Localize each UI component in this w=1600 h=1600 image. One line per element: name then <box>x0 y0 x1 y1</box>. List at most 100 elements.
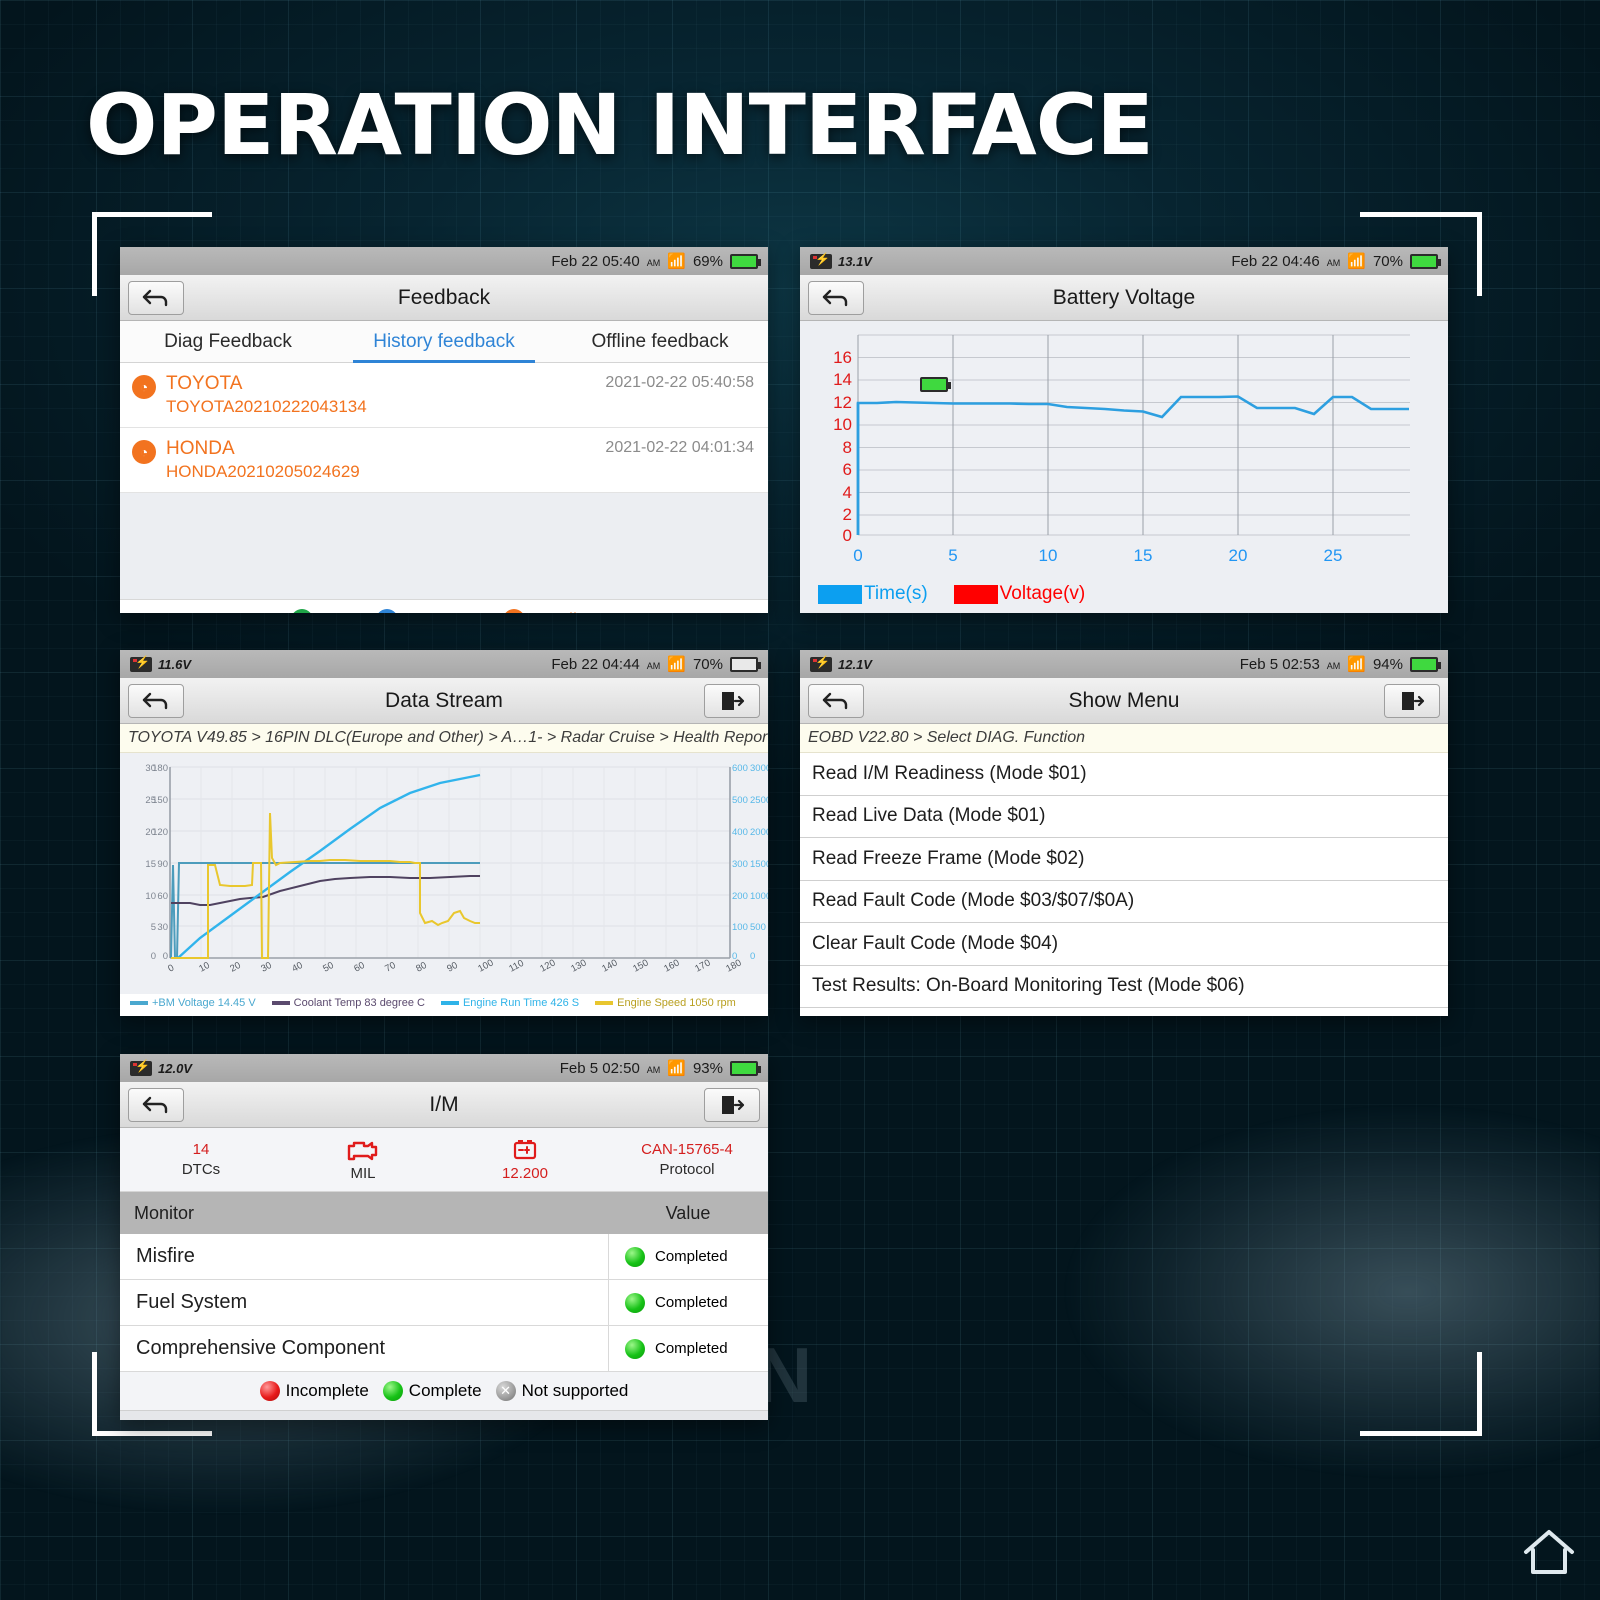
status-ampm: AM <box>1326 661 1341 671</box>
menu-item-read-im-readiness[interactable]: Read I/M Readiness (Mode $01) <box>800 753 1448 796</box>
back-arrow-icon <box>822 289 848 306</box>
stat-dtcs: 14 DTCs <box>120 1128 282 1191</box>
menu-item-read-freeze-frame[interactable]: Read Freeze Frame (Mode $02) <box>800 838 1448 881</box>
status-battery-pct: 70% <box>1372 252 1403 270</box>
back-arrow-icon <box>142 1096 168 1113</box>
status-bar: Feb 22 05:40 AM 📶 69% <box>120 247 768 275</box>
svg-text:0: 0 <box>750 951 755 962</box>
battery-icon <box>730 1060 761 1076</box>
stat-voltage-value: 12.200 <box>502 1164 548 1182</box>
feedback-legend: ✓ Done ••• In Process ◔ Pending <box>120 598 768 613</box>
legend-label-engine-run-time: Engine Run Time 426 S <box>462 997 580 1009</box>
back-button[interactable] <box>128 683 184 718</box>
table-row[interactable]: Misfire Completed <box>120 1234 768 1280</box>
feedback-tabs: Diag Feedback History feedback Offline f… <box>120 321 768 363</box>
legend-label-time: Time(s) <box>864 583 928 604</box>
svg-text:2500: 2500 <box>750 795 768 806</box>
legend-swatch-time <box>818 584 862 604</box>
tab-diag-feedback[interactable]: Diag Feedback <box>120 321 336 362</box>
wifi-icon: 📶 <box>1347 253 1366 270</box>
feedback-id: HONDA20210205024629 <box>166 461 360 481</box>
menu-item-read-live-data[interactable]: Read Live Data (Mode $01) <box>800 795 1448 838</box>
status-bar: 12.0V Feb 5 02:50 AM 📶 93% <box>120 1054 768 1082</box>
svg-text:150: 150 <box>152 795 168 806</box>
show-menu-screen: 12.1V Feb 5 02:53 AM 📶 94% Show Menu EOB… <box>800 650 1448 1016</box>
pending-icon: ◔ <box>503 609 525 613</box>
menu-item-control-operation[interactable]: Control Operation Of On-Board Component/… <box>800 1008 1448 1016</box>
svg-text:3000: 3000 <box>750 763 768 774</box>
battery-icon <box>1410 656 1441 672</box>
list-item[interactable]: ◔ HONDA HONDA20210205024629 2021-02-22 0… <box>120 427 768 493</box>
legend-swatch-voltage <box>953 584 998 604</box>
wifi-icon: 📶 <box>667 656 686 673</box>
title-bar: Battery Voltage <box>800 275 1448 321</box>
table-row[interactable]: Comprehensive Component Completed <box>120 1326 768 1372</box>
svg-text:25: 25 <box>1324 546 1343 565</box>
page-title: OPERATION INTERFACE <box>86 76 1154 174</box>
svg-text:30: 30 <box>157 922 168 933</box>
menu-item-clear-fault-code[interactable]: Clear Fault Code (Mode $04) <box>800 923 1448 966</box>
column-header-value: Value <box>665 1202 711 1223</box>
svg-text:4: 4 <box>843 483 852 502</box>
tab-history-feedback[interactable]: History feedback <box>336 321 552 363</box>
svg-text:10: 10 <box>145 891 156 902</box>
svg-text:0: 0 <box>853 546 862 565</box>
legend-complete-label: Complete <box>408 1381 482 1400</box>
svg-text:14: 14 <box>833 370 852 389</box>
exit-button[interactable] <box>1384 683 1440 718</box>
svg-text:6: 6 <box>843 460 852 479</box>
stat-dtcs-label: DTCs <box>181 1161 221 1178</box>
home-button[interactable] <box>1514 1516 1584 1586</box>
corner-bracket-bottom-right <box>1360 1352 1482 1436</box>
page-heading: Data Stream <box>385 688 503 712</box>
back-button[interactable] <box>808 683 864 718</box>
status-complete-icon <box>625 1246 645 1267</box>
table-row[interactable]: Fuel System Completed <box>120 1280 768 1326</box>
mil-engine-icon <box>347 1141 378 1160</box>
legend-notsupported-label: Not supported <box>521 1381 629 1400</box>
wifi-icon: 📶 <box>1347 656 1366 673</box>
vehicle-battery-icon <box>130 655 152 672</box>
battery-icon <box>1410 253 1441 269</box>
legend-label-coolant-temp: Coolant Temp 83 degree C <box>293 997 425 1009</box>
done-icon: ✓ <box>290 609 313 613</box>
page-heading: Feedback <box>397 285 491 309</box>
tab-offline-feedback[interactable]: Offline feedback <box>552 321 768 362</box>
exit-button[interactable] <box>704 683 760 718</box>
vehicle-battery-icon <box>810 252 832 269</box>
list-item[interactable]: ◔ TOYOTA TOYOTA20210222043134 2021-02-22… <box>120 363 768 428</box>
status-complete-icon <box>625 1338 645 1359</box>
status-bar: 13.1V Feb 22 04:46 AM 📶 70% <box>800 247 1448 275</box>
stat-mil: MIL <box>282 1128 444 1191</box>
svg-text:1000: 1000 <box>750 891 768 902</box>
menu-item-test-results[interactable]: Test Results: On-Board Monitoring Test (… <box>800 965 1448 1008</box>
data-stream-screen: 11.6V Feb 22 04:44 AM 📶 70% Data Stream … <box>120 650 768 1016</box>
status-battery-pct: 93% <box>692 1059 723 1077</box>
back-button[interactable] <box>128 1087 184 1122</box>
battery-chart-area: 16 14 12 10 8 6 4 2 0 0 5 10 15 20 25 Ti… <box>800 321 1448 613</box>
report-button[interactable]: Report <box>612 1419 712 1420</box>
exit-button[interactable] <box>704 1087 760 1122</box>
im-footer: Report <box>120 1410 768 1420</box>
stat-protocol-value: CAN-15765-4 <box>641 1141 733 1158</box>
column-header-monitor: Monitor <box>134 1202 195 1223</box>
page-heading: I/M <box>429 1092 459 1116</box>
status-time: Feb 22 04:44 <box>551 655 640 673</box>
menu-item-read-fault-code[interactable]: Read Fault Code (Mode $03/$07/$0A) <box>800 880 1448 923</box>
svg-text:15: 15 <box>1134 546 1153 565</box>
monitor-name: Misfire <box>136 1245 195 1267</box>
breadcrumb: TOYOTA V49.85 > 16PIN DLC(Europe and Oth… <box>120 724 768 753</box>
legend-label-voltage: Voltage(v) <box>999 583 1086 604</box>
status-time: Feb 5 02:50 <box>559 1059 640 1077</box>
status-time: Feb 22 05:40 <box>551 252 640 270</box>
back-button[interactable] <box>808 280 864 315</box>
stat-dtcs-value: 14 <box>192 1141 210 1158</box>
svg-text:15: 15 <box>145 859 156 870</box>
back-button[interactable] <box>128 280 184 315</box>
svg-text:2000: 2000 <box>750 827 768 838</box>
svg-text:5: 5 <box>948 546 957 565</box>
exit-icon <box>722 691 745 710</box>
not-supported-icon: ✕ <box>495 1381 516 1401</box>
svg-text:180: 180 <box>152 763 168 774</box>
stat-protocol: CAN-15765-4 Protocol <box>606 1128 768 1191</box>
